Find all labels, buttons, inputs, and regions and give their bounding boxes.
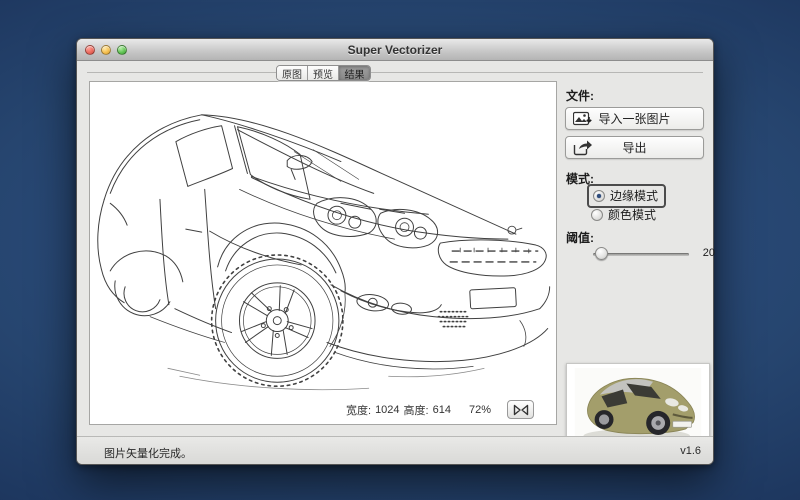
edge-mode-radio[interactable]: 边缘模式 [587, 184, 666, 208]
radio-selected-icon [593, 190, 605, 202]
status-bar: 图片矢量化完成。 v1.6 [77, 436, 713, 464]
title-bar[interactable]: Super Vectorizer [77, 39, 713, 61]
height-label: 高度: [404, 402, 429, 418]
tab-result[interactable]: 结果 [339, 66, 370, 80]
export-button[interactable]: 导出 [565, 136, 704, 159]
tab-original[interactable]: 原图 [277, 66, 308, 80]
threshold-value: 20 [703, 247, 715, 259]
import-image-button[interactable]: 导入一张图片 [565, 107, 704, 130]
main-content: 原图 预览 结果 [77, 61, 713, 436]
export-button-label: 导出 [622, 139, 646, 156]
file-section-label: 文件: [566, 87, 594, 104]
color-mode-radio[interactable]: 颜色模式 [591, 206, 656, 223]
threshold-slider-knob[interactable] [595, 247, 608, 260]
fit-to-window-button[interactable] [507, 400, 534, 419]
picture-with-arrow-icon [573, 111, 593, 127]
height-value: 614 [433, 404, 451, 416]
image-info-row: 宽度: 1024 高度: 614 72% [346, 400, 534, 419]
desktop-background: Super Vectorizer 原图 预览 结果 [0, 0, 800, 500]
result-canvas[interactable]: 宽度: 1024 高度: 614 72% [89, 81, 557, 425]
window-title: Super Vectorizer [77, 43, 713, 57]
vectorized-car-drawing [90, 82, 556, 424]
control-sidebar: 文件: 导入一张图片 导出 [564, 61, 710, 436]
zoom-percent: 72% [469, 404, 491, 416]
width-value: 1024 [375, 404, 399, 416]
tab-preview[interactable]: 预览 [308, 66, 339, 80]
fit-to-window-bowtie-icon [513, 404, 529, 416]
width-label: 宽度: [346, 402, 371, 418]
view-tabs: 原图 预览 结果 [276, 65, 371, 81]
import-button-label: 导入一张图片 [598, 110, 670, 127]
edge-mode-label: 边缘模式 [610, 187, 658, 204]
color-mode-label: 颜色模式 [608, 206, 656, 223]
share-arrow-icon [573, 140, 593, 156]
version-label: v1.6 [680, 445, 701, 457]
app-window: Super Vectorizer 原图 预览 结果 [76, 38, 714, 465]
threshold-section-label: 阈值: [566, 229, 594, 246]
radio-unselected-icon [591, 209, 603, 221]
status-message: 图片矢量化完成。 [104, 445, 192, 461]
threshold-slider[interactable]: 20 [593, 247, 729, 261]
